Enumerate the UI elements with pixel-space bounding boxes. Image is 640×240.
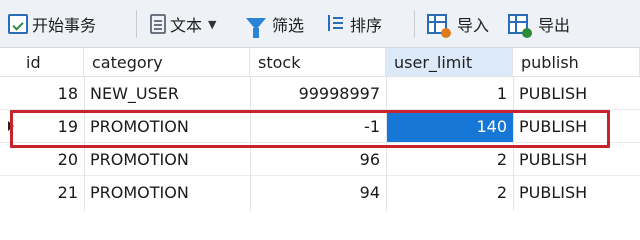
column-header-user-limit[interactable]: user_limit — [386, 48, 513, 76]
cell-publish[interactable]: PUBLISH — [513, 176, 640, 209]
column-header-publish[interactable]: publish — [513, 48, 640, 76]
begin-transaction-button[interactable]: 开始事务 — [8, 0, 96, 48]
export-label: 导出 — [538, 16, 571, 35]
column-header-category[interactable]: category — [84, 48, 250, 76]
import-button[interactable]: 导入 — [427, 0, 489, 48]
column-divider — [386, 77, 387, 211]
cell-stock[interactable]: -1 — [250, 110, 386, 142]
document-icon — [150, 14, 166, 34]
row-selector[interactable] — [0, 77, 18, 109]
cell-category[interactable]: NEW_USER — [84, 77, 250, 109]
sort-button[interactable]: 排序 — [326, 0, 382, 48]
column-header-id[interactable]: id — [18, 48, 84, 76]
text-view-label: 文本 — [170, 16, 203, 35]
cell-category[interactable]: PROMOTION — [84, 110, 250, 142]
cell-category[interactable]: PROMOTION — [84, 143, 250, 175]
toolbar-divider — [136, 10, 137, 38]
table-row-active[interactable]: 19 PROMOTION -1 140 PUBLISH — [0, 110, 640, 143]
sort-label: 排序 — [350, 16, 383, 35]
cell-stock[interactable]: 96 — [250, 143, 386, 175]
row-selector-header[interactable] — [0, 48, 18, 76]
cell-stock[interactable]: 99998997 — [250, 77, 386, 109]
data-grid: id category stock user_limit publish 18 … — [0, 48, 640, 211]
cell-publish[interactable]: PUBLISH — [513, 110, 640, 142]
cell-publish[interactable]: PUBLISH — [513, 143, 640, 175]
cell-id[interactable]: 18 — [18, 77, 84, 109]
dropdown-caret-icon[interactable]: ▼ — [208, 18, 216, 31]
cell-stock[interactable]: 94 — [250, 176, 386, 209]
cell-id[interactable]: 21 — [18, 176, 84, 209]
column-divider — [250, 77, 251, 211]
transaction-icon — [8, 14, 28, 34]
column-header-stock[interactable]: stock — [250, 48, 386, 76]
filter-icon — [246, 18, 266, 38]
cell-user-limit[interactable]: 1 — [386, 77, 513, 109]
cell-user-limit[interactable]: 2 — [386, 176, 513, 209]
cell-id[interactable]: 20 — [18, 143, 84, 175]
row-selector[interactable] — [0, 143, 18, 175]
cell-id[interactable]: 19 — [18, 110, 84, 142]
row-selector[interactable] — [0, 176, 18, 209]
row-selector[interactable] — [0, 110, 18, 142]
filter-button[interactable]: 筛选 — [246, 0, 304, 48]
export-button[interactable]: 导出 — [508, 0, 570, 48]
sort-icon — [326, 14, 346, 34]
import-label: 导入 — [457, 16, 490, 35]
filter-label: 筛选 — [272, 16, 305, 35]
table-row[interactable]: 20 PROMOTION 96 2 PUBLISH — [0, 143, 640, 176]
cell-user-limit-selected[interactable]: 140 — [386, 110, 513, 142]
begin-transaction-label: 开始事务 — [32, 16, 97, 35]
column-divider — [84, 77, 85, 211]
grid-header: id category stock user_limit publish — [0, 48, 640, 77]
import-icon — [427, 14, 451, 38]
toolbar: 开始事务 文本 ▼ 筛选 排序 导入 导出 — [0, 0, 640, 48]
cell-user-limit[interactable]: 2 — [386, 143, 513, 175]
text-view-button[interactable]: 文本 ▼ — [150, 0, 216, 48]
export-icon — [508, 14, 532, 38]
cell-publish[interactable]: PUBLISH — [513, 77, 640, 109]
cell-category[interactable]: PROMOTION — [84, 176, 250, 209]
table-row[interactable]: 21 PROMOTION 94 2 PUBLISH — [0, 176, 640, 209]
toolbar-divider — [414, 10, 415, 38]
current-row-marker-icon — [8, 121, 14, 131]
table-row[interactable]: 18 NEW_USER 99998997 1 PUBLISH — [0, 77, 640, 110]
column-divider — [513, 77, 514, 211]
